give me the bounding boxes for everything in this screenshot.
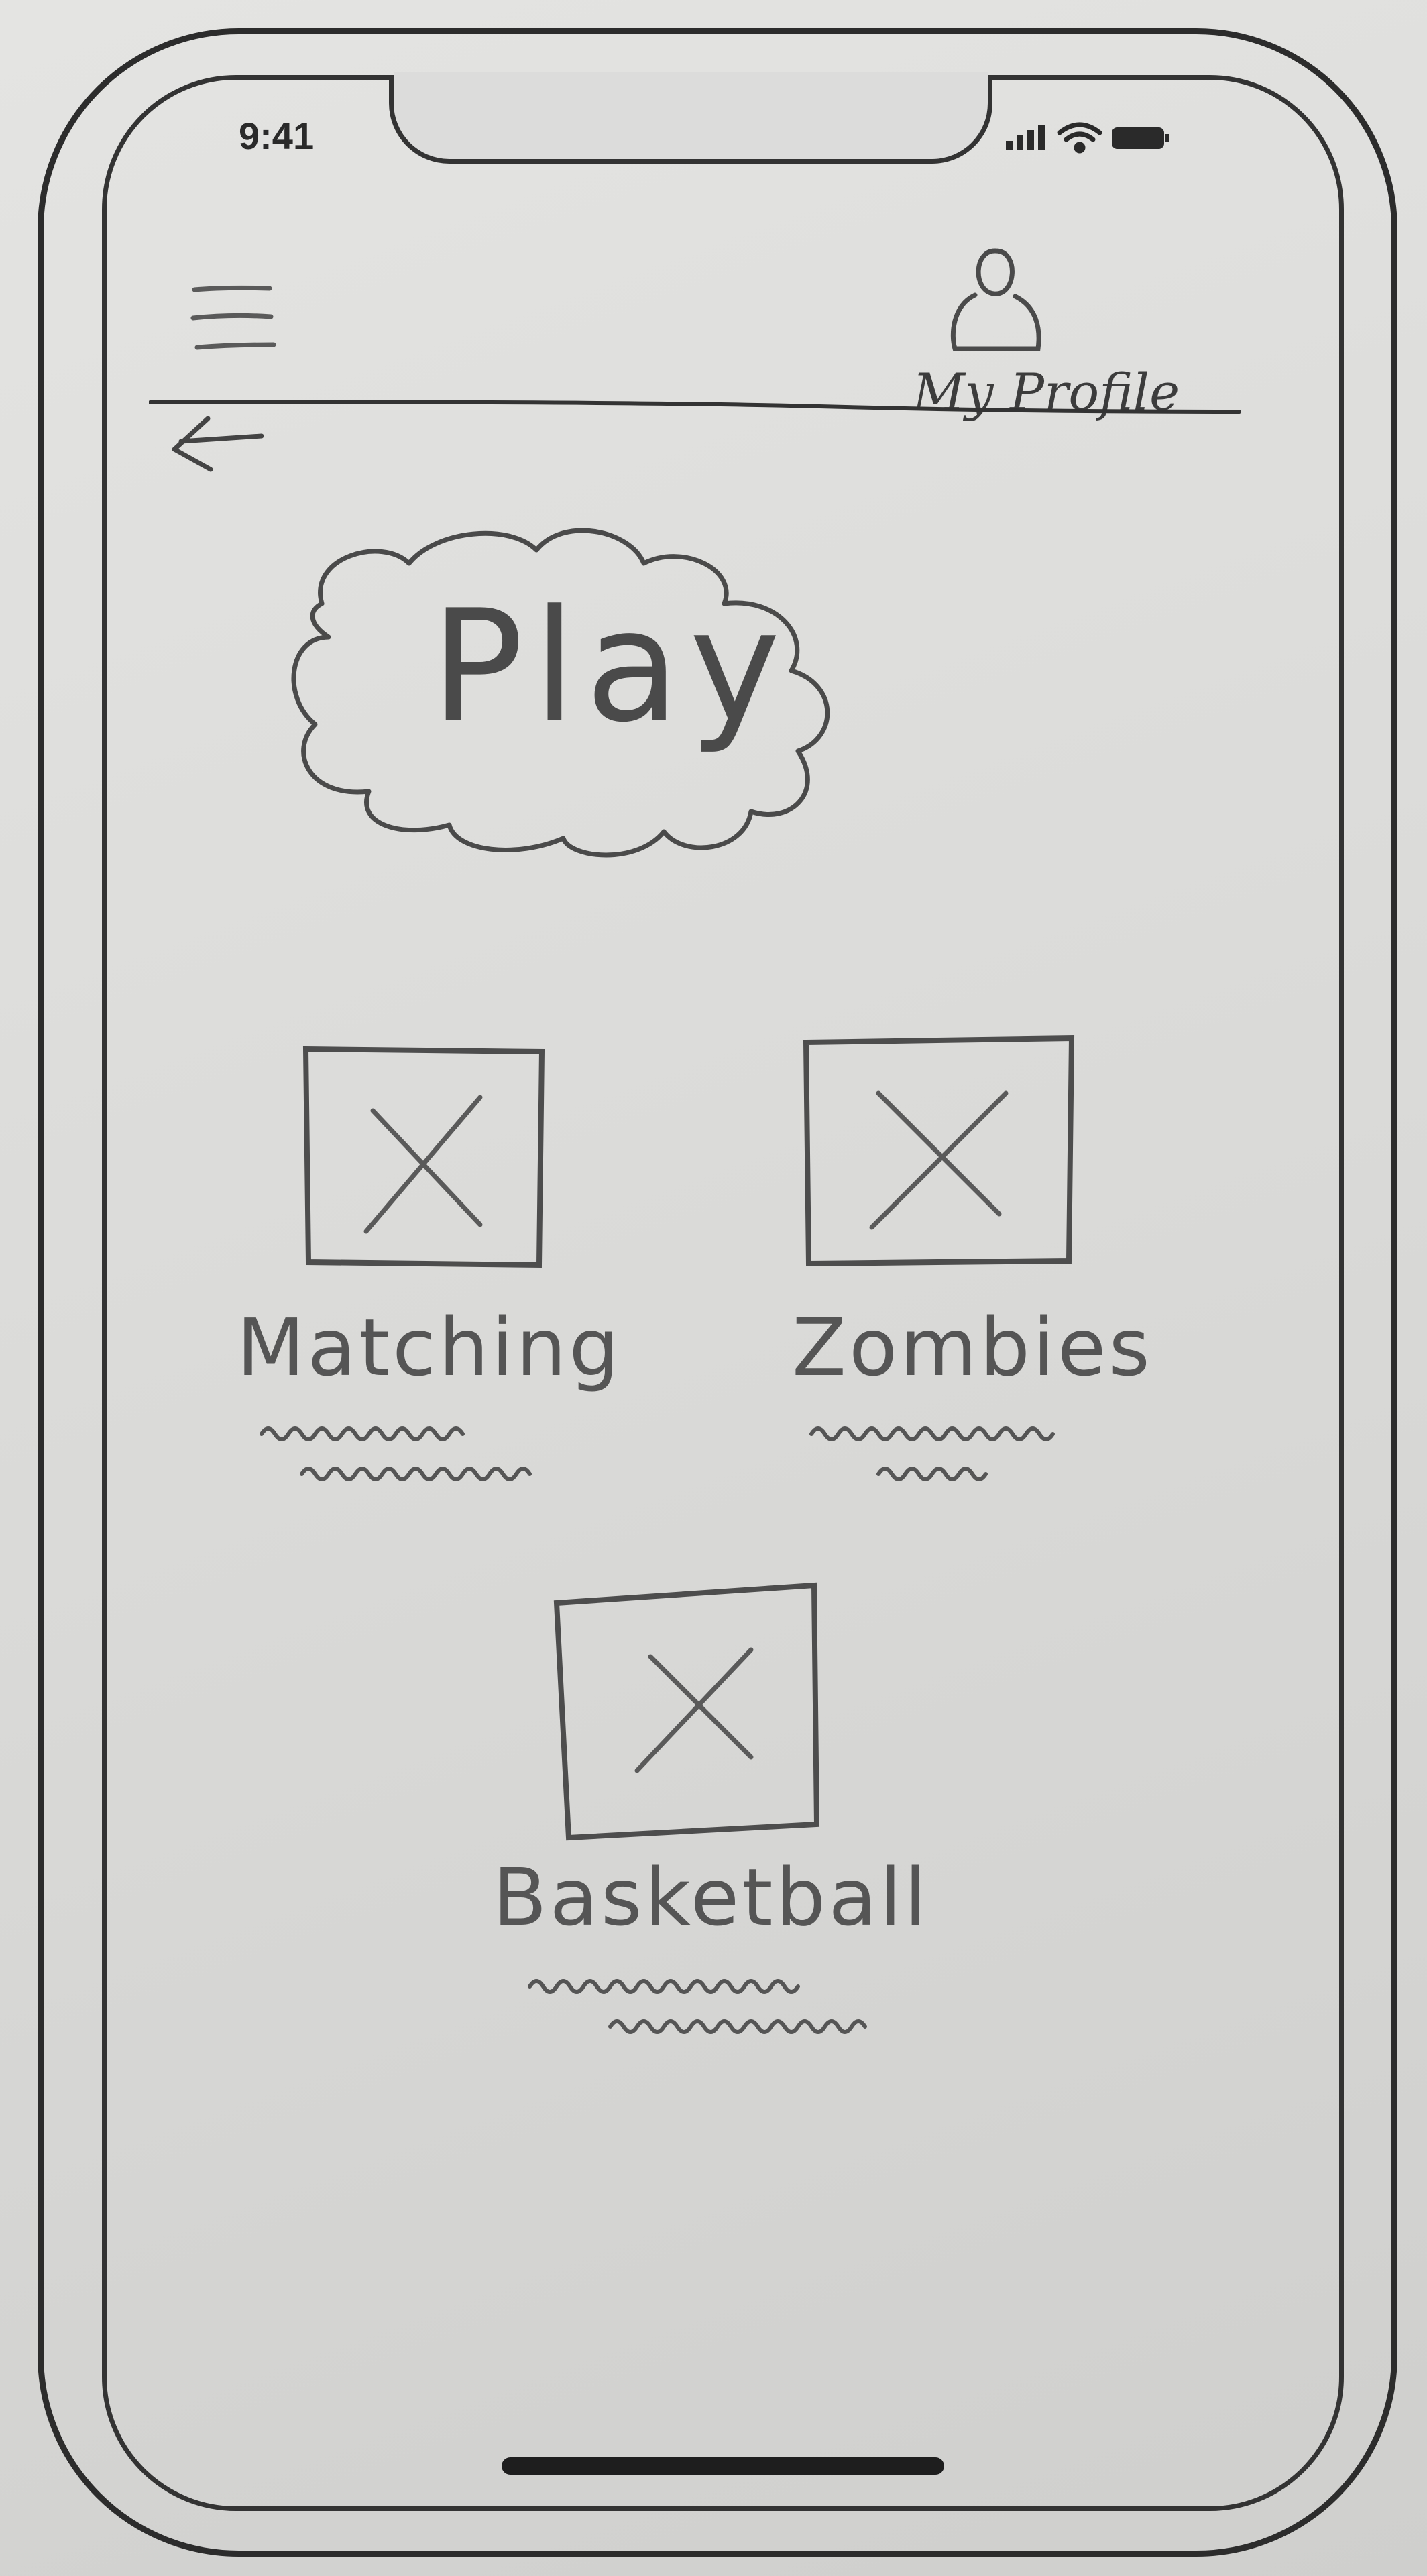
page-title: Play [431, 577, 790, 757]
image-placeholder-icon [302, 1046, 545, 1268]
game-tile-zombies[interactable]: Zombies [764, 1033, 1194, 1502]
scribble-placeholder-text [809, 1426, 1055, 1481]
game-tile-basketball[interactable]: Basketball [456, 1576, 966, 2046]
scribble-placeholder-text [528, 1979, 867, 2034]
home-indicator[interactable] [502, 2457, 944, 2475]
status-icons [1006, 122, 1169, 154]
image-placeholder-icon [803, 1035, 1075, 1267]
image-placeholder-icon [553, 1582, 820, 1841]
tile-label-zombies: Zombies [792, 1301, 1153, 1394]
phone-notch [389, 75, 992, 164]
back-arrow-icon[interactable] [161, 409, 275, 483]
scribble-placeholder-text [260, 1426, 532, 1481]
tile-label-matching: Matching [236, 1301, 622, 1394]
user-icon [950, 248, 1041, 351]
my-profile-button[interactable]: My Profile [858, 241, 1234, 423]
status-time: 9:41 [239, 115, 315, 157]
wifi-icon [1057, 122, 1102, 154]
header-divider [149, 400, 1241, 414]
tile-label-basketball: Basketball [492, 1851, 929, 1944]
hamburger-menu-icon[interactable] [185, 275, 292, 362]
game-tile-matching[interactable]: Matching [201, 1033, 657, 1502]
battery-icon [1112, 127, 1169, 149]
signal-icon [1006, 125, 1045, 150]
